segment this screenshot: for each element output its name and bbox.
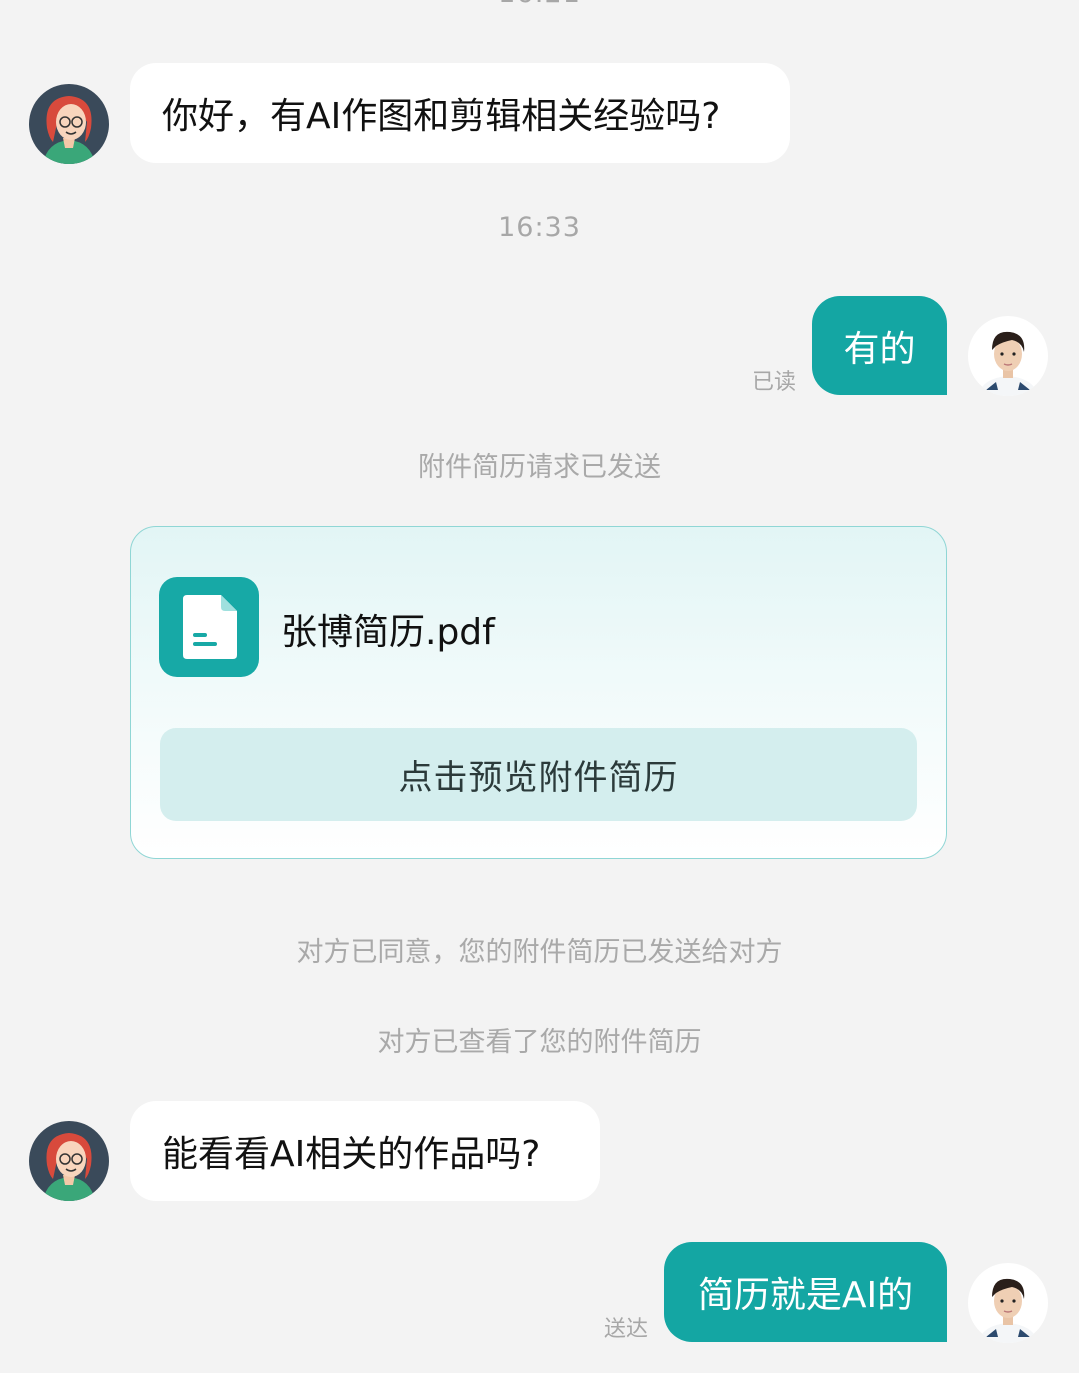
notice-viewed: 对方已查看了您的附件简历 <box>377 1027 702 1058</box>
recruiter-avatar[interactable] <box>29 84 109 164</box>
outgoing-message-bubble[interactable]: 简历就是AI的 <box>664 1242 947 1342</box>
recruiter-avatar-illustration <box>29 1121 109 1201</box>
document-icon <box>159 577 259 677</box>
incoming-message-text: 能看看AI相关的作品吗? <box>162 1134 541 1175</box>
user-avatar-photo <box>968 1263 1048 1343</box>
incoming-message-bubble[interactable]: 能看看AI相关的作品吗? <box>130 1101 600 1201</box>
outgoing-message-bubble[interactable]: 有的 <box>812 296 947 395</box>
timestamp-mid: 16:33 <box>498 212 581 243</box>
user-avatar[interactable] <box>968 1263 1048 1343</box>
preview-resume-button[interactable]: 点击预览附件简历 <box>160 728 917 821</box>
file-name[interactable]: 张博简历.pdf <box>281 603 495 655</box>
delivered-status: 送达 <box>604 1317 649 1342</box>
user-avatar-photo <box>968 316 1048 396</box>
user-avatar[interactable] <box>968 316 1048 396</box>
recruiter-avatar[interactable] <box>29 1121 109 1201</box>
notice-agreed-and-sent: 对方已同意，您的附件简历已发送给对方 <box>296 937 783 968</box>
notice-resume-request-sent: 附件简历请求已发送 <box>418 452 661 483</box>
preview-resume-label: 点击预览附件简历 <box>398 758 679 798</box>
read-status: 已读 <box>752 370 797 395</box>
timestamp-top: 16:21 <box>0 0 1079 9</box>
outgoing-message-text: 简历就是AI的 <box>697 1275 914 1316</box>
incoming-message-bubble[interactable]: 你好，有AI作图和剪辑相关经验吗? <box>130 63 790 163</box>
incoming-message-text: 你好，有AI作图和剪辑相关经验吗? <box>162 96 721 137</box>
outgoing-message-text: 有的 <box>843 328 916 370</box>
resume-file-card[interactable]: 张博简历.pdf 点击预览附件简历 <box>130 526 947 859</box>
recruiter-avatar-illustration <box>29 84 109 164</box>
